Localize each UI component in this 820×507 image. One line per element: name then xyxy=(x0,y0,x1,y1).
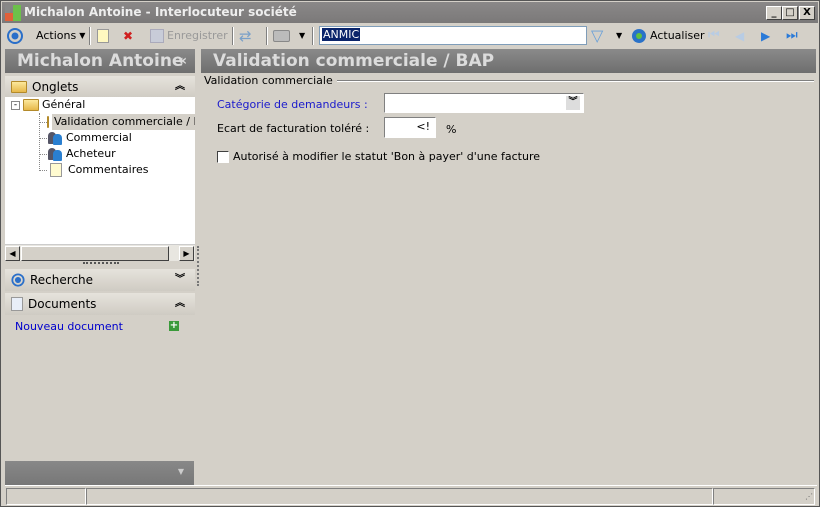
scroll-left-icon[interactable]: ◀ xyxy=(5,246,20,261)
title-bar: Michalon Antoine - Interlocuteur société… xyxy=(2,2,818,23)
app-logo-icon xyxy=(5,5,21,21)
note-icon xyxy=(50,163,62,177)
recherche-title: Recherche xyxy=(30,273,94,287)
onglets-section-header[interactable]: Onglets ︽ xyxy=(5,76,195,98)
collapse-node-icon[interactable]: - xyxy=(11,100,20,110)
tree-item-commentaires[interactable]: Commentaires xyxy=(47,162,148,178)
minimize-button[interactable]: _ xyxy=(766,6,782,20)
collapsed-panel-bar[interactable]: ▼ xyxy=(5,461,194,485)
previous-record-icon[interactable]: ◀ xyxy=(735,26,744,46)
refresh-button[interactable]: Actualiser xyxy=(631,26,705,46)
category-label: Catégorie de demandeurs : xyxy=(217,98,368,111)
chevron-up-icon: ︽ xyxy=(175,81,185,92)
page-title: Validation commerciale / BAP xyxy=(201,49,816,73)
save-icon xyxy=(150,29,164,43)
application-window: Michalon Antoine - Interlocuteur société… xyxy=(0,0,820,507)
autorise-bap-label: Autorisé à modifier le statut 'Bon à pay… xyxy=(233,150,541,163)
search-value: ANMIC xyxy=(322,28,361,41)
autorise-bap-checkbox-row[interactable]: Autorisé à modifier le statut 'Bon à pay… xyxy=(217,150,540,163)
filter-icon[interactable]: ▽ xyxy=(591,26,603,46)
tree-item-label: Acheteur xyxy=(66,147,116,160)
category-select[interactable]: ︾ xyxy=(384,93,584,113)
tree-item-acheteur[interactable]: Acheteur xyxy=(47,146,116,162)
resize-grip-icon[interactable]: ⋰ xyxy=(805,492,813,501)
scrollbar-thumb[interactable] xyxy=(21,246,169,261)
chevron-down-icon[interactable]: ︾ xyxy=(566,96,580,110)
print-button[interactable]: ▼ xyxy=(273,26,305,46)
save-button[interactable]: Enregistrer xyxy=(150,26,228,46)
close-button[interactable]: X xyxy=(799,6,815,20)
tabs-tree: - Général Validation commerciale / BAP C… xyxy=(5,97,195,244)
ecart-input[interactable]: <! xyxy=(384,117,436,138)
tree-item-general[interactable]: - Général xyxy=(11,97,85,113)
autorise-bap-checkbox[interactable] xyxy=(217,150,229,163)
users-icon xyxy=(47,147,63,161)
tree-item-label: Commercial xyxy=(66,131,132,144)
window-title: Michalon Antoine - Interlocuteur société xyxy=(24,5,297,19)
vertical-splitter-handle[interactable] xyxy=(197,246,199,286)
status-pane xyxy=(713,488,815,505)
actions-label: Actions xyxy=(36,29,77,42)
new-icon[interactable] xyxy=(97,26,109,46)
ecart-label: Ecart de facturation toléré : xyxy=(217,122,370,135)
save-label: Enregistrer xyxy=(167,29,228,42)
status-bar: ⋰ xyxy=(5,485,817,505)
add-document-icon[interactable]: + xyxy=(169,321,179,331)
first-record-icon[interactable]: ⏮ xyxy=(708,26,720,46)
splitter-handle[interactable] xyxy=(83,262,119,264)
contact-name-header: Michalon Antoine « xyxy=(5,49,195,73)
caret-down-icon: ▼ xyxy=(79,31,86,40)
tree-item-validation-commerciale[interactable]: Validation commerciale / BAP xyxy=(47,114,195,130)
group-validation-commerciale: Validation commerciale xyxy=(204,74,814,87)
group-divider xyxy=(336,79,814,82)
toolbar: Actions ▼ ✖ Enregistrer ⇄ ▼ ANMIC ▽ ▼ Act… xyxy=(2,23,818,49)
refresh-icon xyxy=(632,29,646,43)
tree-item-label: Général xyxy=(42,98,86,111)
toolbar-separator xyxy=(232,27,234,45)
recherche-section-header[interactable]: Recherche ︾ xyxy=(5,269,195,291)
sync-icon[interactable]: ⇄ xyxy=(239,26,252,46)
maximize-button[interactable]: □ xyxy=(782,6,798,20)
chevron-down-icon: ︾ xyxy=(175,274,185,285)
last-record-icon[interactable]: ⏭ xyxy=(786,26,798,46)
ecart-value: <! xyxy=(416,120,430,133)
contact-name: Michalon Antoine xyxy=(17,51,184,71)
filter-dropdown-icon[interactable]: ▼ xyxy=(616,26,622,46)
group-title: Validation commerciale xyxy=(204,74,333,87)
search-input[interactable]: ANMIC xyxy=(319,26,587,45)
scroll-right-icon[interactable]: ▶ xyxy=(179,246,194,261)
toolbar-separator xyxy=(89,27,91,45)
documents-section-header[interactable]: Documents ︽ xyxy=(5,293,195,315)
target-icon[interactable] xyxy=(7,26,23,46)
open-folder-icon xyxy=(47,116,49,128)
document-icon xyxy=(11,297,23,311)
folder-icon xyxy=(11,81,27,93)
chevron-up-icon: ︽ xyxy=(175,298,185,309)
collapse-panel-icon[interactable]: « xyxy=(178,49,187,73)
folder-icon xyxy=(23,99,39,111)
tree-item-commercial[interactable]: Commercial xyxy=(47,130,132,146)
delete-icon[interactable]: ✖ xyxy=(123,26,133,46)
status-pane xyxy=(6,488,86,505)
new-document-link[interactable]: Nouveau document xyxy=(15,320,123,333)
caret-down-icon: ▼ xyxy=(299,31,306,40)
status-pane xyxy=(86,488,713,505)
toolbar-separator xyxy=(266,27,268,45)
refresh-label: Actualiser xyxy=(650,29,705,42)
next-record-icon[interactable]: ▶ xyxy=(761,26,770,46)
tree-item-label: Validation commerciale / BAP xyxy=(52,114,195,130)
printer-icon xyxy=(273,30,290,42)
percent-unit: % xyxy=(446,123,457,136)
tree-horizontal-scrollbar[interactable]: ◀ ▶ xyxy=(5,244,195,261)
documents-title: Documents xyxy=(28,297,97,311)
caret-down-icon: ▼ xyxy=(177,467,184,476)
tree-item-label: Commentaires xyxy=(68,163,149,176)
target-icon xyxy=(11,273,25,287)
actions-menu-button[interactable]: Actions ▼ xyxy=(36,26,85,46)
users-icon xyxy=(47,131,63,145)
toolbar-separator xyxy=(312,27,314,45)
onglets-title: Onglets xyxy=(32,80,79,94)
